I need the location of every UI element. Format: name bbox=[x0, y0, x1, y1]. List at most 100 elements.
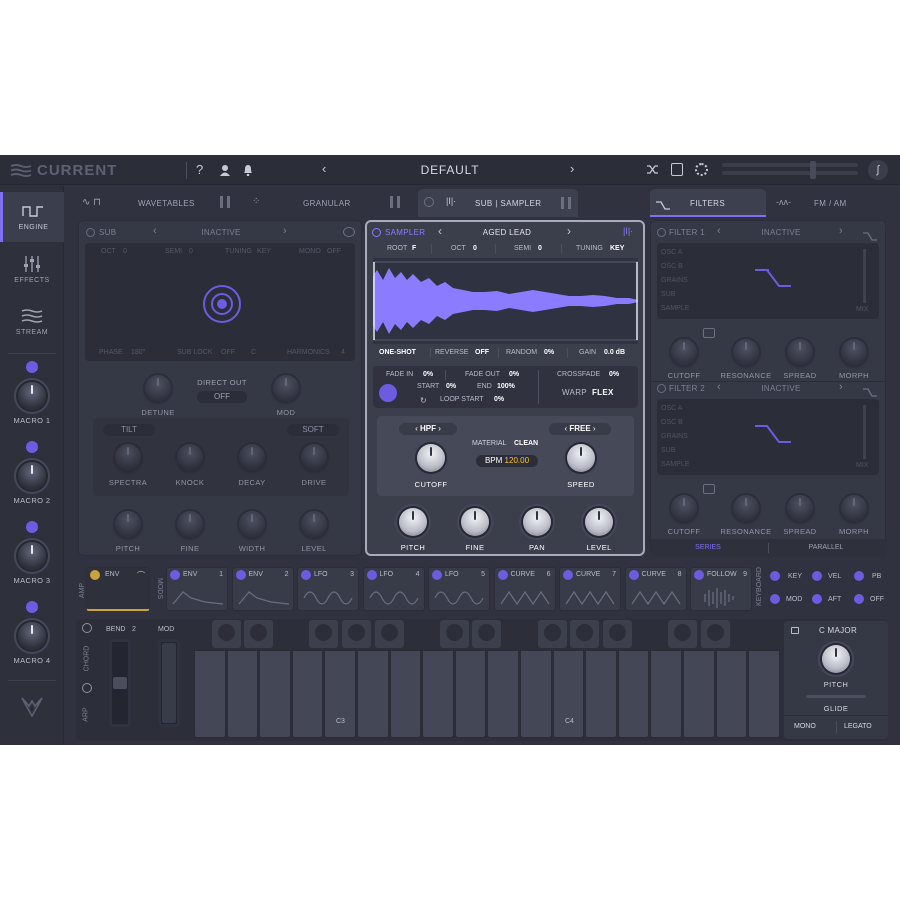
sub-detune-knob[interactable] bbox=[145, 375, 171, 401]
filter-series-button[interactable]: SERIES bbox=[681, 544, 735, 551]
kb-mod-pb[interactable]: PB bbox=[872, 573, 881, 580]
filter-2-route-osc-a[interactable]: OSC A bbox=[661, 405, 682, 412]
mod-cell-6[interactable]: CURVE 6 bbox=[493, 567, 556, 611]
filter-2-cutoff-knob[interactable] bbox=[671, 495, 697, 521]
vel-mod-icon[interactable] bbox=[812, 571, 822, 581]
macro-4-mod-icon[interactable] bbox=[26, 601, 38, 613]
mod-cell-4[interactable]: LFO 4 bbox=[362, 567, 425, 611]
piano-white-key[interactable] bbox=[291, 650, 324, 738]
mod-cell-3-mod-icon[interactable] bbox=[301, 570, 311, 580]
piano-black-key[interactable] bbox=[309, 620, 339, 648]
sub-pitch-knob[interactable] bbox=[115, 511, 141, 537]
filter-1-route-osc-a[interactable]: OSC A bbox=[661, 249, 682, 256]
save-icon[interactable] bbox=[671, 163, 683, 176]
mod-cell-2[interactable]: ENV 2 bbox=[231, 567, 294, 611]
sub-state[interactable]: INACTIVE bbox=[181, 228, 261, 237]
piano-white-key[interactable] bbox=[259, 650, 291, 738]
tab-granular[interactable]: ⁘ GRANULAR bbox=[248, 191, 408, 215]
macro-3-knob[interactable] bbox=[18, 542, 46, 570]
filter-1-route-grains[interactable]: GRAINS bbox=[661, 277, 688, 284]
macro-1-mod-icon[interactable] bbox=[26, 361, 38, 373]
sub-fine-knob[interactable] bbox=[177, 511, 203, 537]
piano-white-key[interactable] bbox=[487, 650, 519, 738]
piano-white-key[interactable] bbox=[617, 650, 650, 738]
piano-white-key[interactable] bbox=[748, 650, 780, 738]
sampler-reverse-value[interactable]: OFF bbox=[475, 349, 489, 356]
mono-button[interactable]: MONO bbox=[794, 723, 816, 730]
sub-drive-knob[interactable] bbox=[301, 444, 327, 470]
piano-white-key[interactable] bbox=[454, 650, 487, 738]
sampler-speed-knob[interactable] bbox=[567, 444, 595, 472]
legato-button[interactable]: LEGATO bbox=[844, 723, 872, 730]
filter-2-spread-knob[interactable] bbox=[787, 495, 813, 521]
piano-white-key[interactable] bbox=[422, 650, 454, 738]
arp-toggle[interactable] bbox=[82, 683, 92, 693]
sub-width-knob[interactable] bbox=[239, 511, 265, 537]
filter-1-type-icon[interactable] bbox=[863, 228, 877, 241]
preset-name[interactable]: DEFAULT bbox=[400, 163, 500, 177]
filter-1-cutoff-knob[interactable] bbox=[671, 339, 697, 365]
pitch-bend-wheel[interactable] bbox=[109, 639, 131, 727]
kb-mod-mod[interactable]: MOD bbox=[786, 596, 802, 603]
mod-cell-2-mod-icon[interactable] bbox=[235, 570, 246, 580]
piano-black-key[interactable] bbox=[472, 620, 502, 648]
off-mod-icon[interactable] bbox=[854, 594, 864, 604]
pause-icon[interactable] bbox=[390, 196, 400, 208]
glide-slider[interactable] bbox=[806, 695, 866, 698]
filter-2-resonance-knob[interactable] bbox=[733, 495, 759, 521]
sidebar-item-stream[interactable]: STREAM bbox=[0, 298, 64, 348]
sampler-prev-button[interactable]: ‹ bbox=[438, 224, 442, 238]
tab-sub-sampler[interactable]: |I|· SUB | SAMPLER bbox=[418, 189, 578, 217]
filter-2-state[interactable]: INACTIVE bbox=[741, 384, 821, 393]
filter-2-link-icon[interactable] bbox=[703, 484, 715, 494]
sampler-oct-value[interactable]: 0 bbox=[473, 245, 477, 252]
sub-lock-value[interactable]: OFF bbox=[221, 349, 235, 356]
sampler-random-value[interactable]: 0% bbox=[544, 349, 554, 356]
piano-white-key[interactable] bbox=[357, 650, 389, 738]
sampler-waveform[interactable] bbox=[373, 258, 638, 344]
sampler-pitch-knob[interactable] bbox=[399, 508, 427, 536]
mod-wheel[interactable] bbox=[158, 639, 180, 727]
piano-black-key[interactable] bbox=[439, 620, 469, 648]
filter-2-power-icon[interactable] bbox=[657, 384, 666, 393]
filter-2-route-sub[interactable]: SUB bbox=[661, 447, 675, 454]
mod-cell-8-mod-icon[interactable] bbox=[628, 570, 639, 580]
sub-direct-out-toggle[interactable]: OFF bbox=[197, 391, 247, 403]
next-preset-button[interactable]: › bbox=[570, 161, 574, 176]
piano-white-key[interactable] bbox=[683, 650, 715, 738]
kb-mod-vel[interactable]: VEL bbox=[828, 573, 841, 580]
kb-mod-key[interactable]: KEY bbox=[788, 573, 802, 580]
chord-toggle[interactable] bbox=[82, 623, 92, 633]
piano-black-key[interactable] bbox=[602, 620, 632, 648]
macro-2-mod-icon[interactable] bbox=[26, 441, 38, 453]
sampler-filter-type-selector[interactable]: ‹ HPF › bbox=[399, 423, 457, 435]
sub-tuning-value[interactable]: KEY bbox=[257, 248, 271, 255]
macro-3-mod-icon[interactable] bbox=[26, 521, 38, 533]
sampler-end-value[interactable]: 100% bbox=[497, 383, 515, 390]
sampler-one-shot[interactable]: ONE-SHOT bbox=[379, 349, 416, 356]
key-mod-icon[interactable] bbox=[770, 571, 780, 581]
bell-icon[interactable] bbox=[242, 163, 254, 177]
filter-2-route-osc-b[interactable]: OSC B bbox=[661, 419, 683, 426]
sub-semi-value[interactable]: 0 bbox=[189, 248, 193, 255]
sampler-pan-knob[interactable] bbox=[523, 508, 551, 536]
sampler-next-button[interactable]: › bbox=[567, 224, 571, 238]
amp-env-cell[interactable]: ENV ⌒ bbox=[86, 567, 150, 611]
sub-spectra-knob[interactable] bbox=[115, 444, 141, 470]
sub-prev-button[interactable]: ‹ bbox=[153, 225, 157, 237]
help-icon[interactable]: ? bbox=[196, 162, 203, 177]
macro-4-knob[interactable] bbox=[18, 622, 46, 650]
piano-white-key[interactable] bbox=[520, 650, 552, 738]
piano-black-key[interactable] bbox=[570, 620, 600, 648]
mod-mod-icon[interactable] bbox=[770, 594, 780, 604]
tab-wavetables[interactable]: ∿ ⊓ WAVETABLES bbox=[78, 191, 238, 215]
sub-lock-note[interactable]: C bbox=[251, 349, 256, 356]
sidebar-item-effects[interactable]: EFFECTS bbox=[0, 246, 64, 296]
shuffle-icon[interactable] bbox=[646, 163, 659, 176]
mod-cell-4-mod-icon[interactable] bbox=[366, 570, 377, 580]
piano-black-key[interactable] bbox=[211, 620, 241, 648]
filter-1-power-icon[interactable] bbox=[657, 228, 666, 237]
mod-cell-1[interactable]: ENV 1 bbox=[166, 567, 228, 611]
sampler-level-knob[interactable] bbox=[585, 508, 613, 536]
sub-soft-selector[interactable]: SOFT bbox=[287, 424, 339, 436]
